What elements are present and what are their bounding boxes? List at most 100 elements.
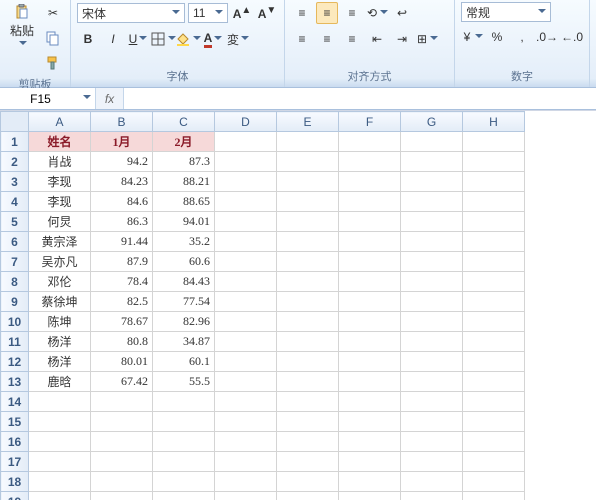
row-header-7[interactable]: 7 (1, 252, 29, 272)
percent-button[interactable]: % (486, 26, 508, 48)
cell-D13[interactable] (215, 372, 277, 392)
row-header-18[interactable]: 18 (1, 472, 29, 492)
cell-A12[interactable]: 杨洋 (29, 352, 91, 372)
cell-G5[interactable] (401, 212, 463, 232)
row-header-13[interactable]: 13 (1, 372, 29, 392)
cell-F7[interactable] (339, 252, 401, 272)
cell-D16[interactable] (215, 432, 277, 452)
grow-font-button[interactable]: A▲ (231, 2, 253, 24)
cell-B16[interactable] (91, 432, 153, 452)
row-header-8[interactable]: 8 (1, 272, 29, 292)
cell-F13[interactable] (339, 372, 401, 392)
cell-G18[interactable] (401, 472, 463, 492)
fill-color-button[interactable] (177, 28, 199, 50)
cell-C3[interactable]: 88.21 (153, 172, 215, 192)
cell-B13[interactable]: 67.42 (91, 372, 153, 392)
cell-C17[interactable] (153, 452, 215, 472)
cell-F9[interactable] (339, 292, 401, 312)
copy-button[interactable] (42, 27, 64, 49)
cell-H8[interactable] (463, 272, 525, 292)
cell-G16[interactable] (401, 432, 463, 452)
row-header-1[interactable]: 1 (1, 132, 29, 152)
col-header-A[interactable]: A (29, 112, 91, 132)
cell-G11[interactable] (401, 332, 463, 352)
row-header-11[interactable]: 11 (1, 332, 29, 352)
cell-H10[interactable] (463, 312, 525, 332)
cell-A9[interactable]: 蔡徐坤 (29, 292, 91, 312)
cell-C5[interactable]: 94.01 (153, 212, 215, 232)
cell-E14[interactable] (277, 392, 339, 412)
cell-B4[interactable]: 84.6 (91, 192, 153, 212)
cell-F1[interactable] (339, 132, 401, 152)
cell-C16[interactable] (153, 432, 215, 452)
wrap-text-button[interactable]: ↩ (391, 2, 413, 24)
cell-H9[interactable] (463, 292, 525, 312)
cell-C8[interactable]: 84.43 (153, 272, 215, 292)
cell-B19[interactable] (91, 492, 153, 501)
spreadsheet-grid[interactable]: ABCDEFGH1姓名1月2月2肖战94.287.33李现84.2388.214… (0, 110, 596, 500)
cell-D4[interactable] (215, 192, 277, 212)
cell-B11[interactable]: 80.8 (91, 332, 153, 352)
cell-H16[interactable] (463, 432, 525, 452)
cell-E19[interactable] (277, 492, 339, 501)
align-center-button[interactable]: ≡ (316, 28, 338, 50)
cell-G13[interactable] (401, 372, 463, 392)
cell-D3[interactable] (215, 172, 277, 192)
cell-F18[interactable] (339, 472, 401, 492)
cell-B2[interactable]: 94.2 (91, 152, 153, 172)
shrink-font-button[interactable]: A▼ (256, 2, 278, 24)
merge-button[interactable]: ⊞ (416, 28, 438, 50)
align-right-button[interactable]: ≡ (341, 28, 363, 50)
row-header-19[interactable]: 19 (1, 492, 29, 501)
cell-E4[interactable] (277, 192, 339, 212)
dec-decimal-button[interactable]: ←.0 (561, 26, 583, 48)
formula-input[interactable] (124, 88, 596, 109)
cell-G7[interactable] (401, 252, 463, 272)
cell-E7[interactable] (277, 252, 339, 272)
cell-F17[interactable] (339, 452, 401, 472)
underline-button[interactable]: U (127, 28, 149, 50)
cell-A5[interactable]: 何炅 (29, 212, 91, 232)
orientation-button[interactable]: ⟲ (366, 2, 388, 24)
cell-C10[interactable]: 82.96 (153, 312, 215, 332)
cell-B9[interactable]: 82.5 (91, 292, 153, 312)
cell-B17[interactable] (91, 452, 153, 472)
name-box[interactable] (0, 88, 96, 109)
cell-A18[interactable] (29, 472, 91, 492)
cell-F14[interactable] (339, 392, 401, 412)
indent-dec-button[interactable]: ⇤ (366, 28, 388, 50)
row-header-16[interactable]: 16 (1, 432, 29, 452)
col-header-B[interactable]: B (91, 112, 153, 132)
cell-A7[interactable]: 吴亦凡 (29, 252, 91, 272)
cell-D8[interactable] (215, 272, 277, 292)
row-header-15[interactable]: 15 (1, 412, 29, 432)
cell-B18[interactable] (91, 472, 153, 492)
cell-D10[interactable] (215, 312, 277, 332)
cell-F19[interactable] (339, 492, 401, 501)
cell-G14[interactable] (401, 392, 463, 412)
cell-E1[interactable] (277, 132, 339, 152)
cell-C2[interactable]: 87.3 (153, 152, 215, 172)
cell-D18[interactable] (215, 472, 277, 492)
cell-C14[interactable] (153, 392, 215, 412)
cell-D2[interactable] (215, 152, 277, 172)
cell-H6[interactable] (463, 232, 525, 252)
cell-F12[interactable] (339, 352, 401, 372)
col-header-D[interactable]: D (215, 112, 277, 132)
name-box-input[interactable] (0, 92, 81, 106)
cell-D6[interactable] (215, 232, 277, 252)
cell-A1[interactable]: 姓名 (29, 132, 91, 152)
cell-A10[interactable]: 陈坤 (29, 312, 91, 332)
cell-B10[interactable]: 78.67 (91, 312, 153, 332)
format-painter-button[interactable] (42, 52, 64, 74)
cell-G1[interactable] (401, 132, 463, 152)
cell-G12[interactable] (401, 352, 463, 372)
cell-H11[interactable] (463, 332, 525, 352)
cell-E16[interactable] (277, 432, 339, 452)
currency-button[interactable]: ¥ (461, 26, 483, 48)
cell-B1[interactable]: 1月 (91, 132, 153, 152)
cell-H12[interactable] (463, 352, 525, 372)
cell-E6[interactable] (277, 232, 339, 252)
col-header-H[interactable]: H (463, 112, 525, 132)
row-header-12[interactable]: 12 (1, 352, 29, 372)
